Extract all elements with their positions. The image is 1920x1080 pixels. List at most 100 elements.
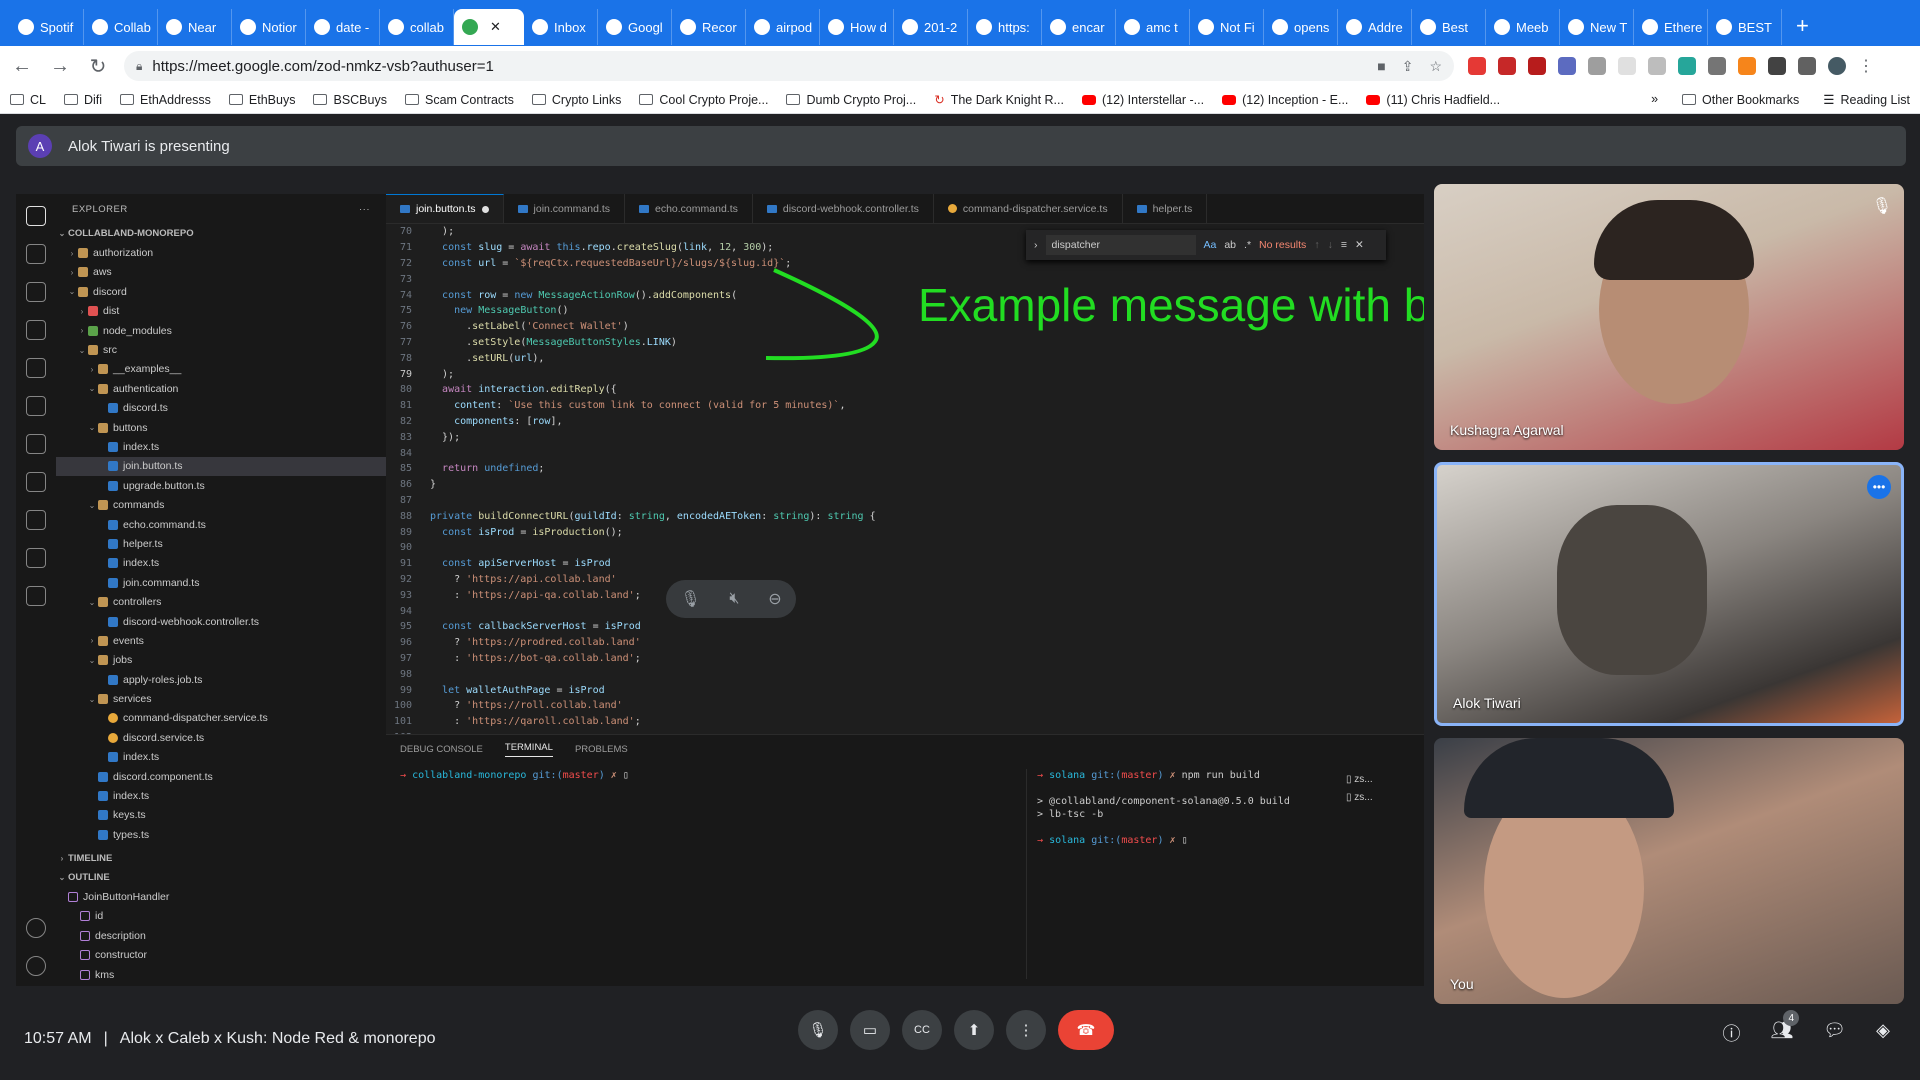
tree-file[interactable]: discord.service.ts [56,728,386,747]
back-icon[interactable]: ← [10,55,34,78]
tree-file[interactable]: index.ts [56,786,386,805]
browser-tab[interactable]: Not Fi [1190,9,1264,45]
aws-icon[interactable] [26,510,46,530]
search-icon[interactable] [26,244,46,264]
new-tab-button[interactable]: + [1782,13,1823,39]
present-button[interactable]: ⬆ [954,1010,994,1050]
participant-tile[interactable]: 🎙︎ Kushagra Agarwal [1434,184,1904,450]
tree-file[interactable]: command-dispatcher.service.ts [56,709,386,728]
browser-tab[interactable]: Spotif [10,9,84,45]
tree-file[interactable]: apply-roles.job.ts [56,670,386,689]
browser-tab[interactable]: Near [158,9,232,45]
tree-folder[interactable]: › events [56,631,386,650]
remote-explorer-icon[interactable] [26,358,46,378]
outline-item[interactable]: kms [56,965,386,984]
terminal-instance[interactable]: ▯ zs... [1346,789,1373,807]
outline-section[interactable]: ⌄ OUTLINE [56,868,386,887]
bookmark-item[interactable]: Crypto Links [531,93,621,107]
outline-item[interactable]: constructor [56,945,386,964]
browser-tab[interactable]: https: [968,9,1042,45]
tree-folder[interactable]: ⌄ controllers [56,592,386,611]
bookmark-item[interactable]: Difi [63,93,102,107]
tree-file[interactable]: discord.ts [56,399,386,418]
extension-icon[interactable] [1648,57,1666,75]
close-icon[interactable]: ✕ [490,19,501,35]
panel-tab[interactable]: PROBLEMS [575,744,628,755]
forward-icon[interactable]: → [48,55,72,78]
browser-tab[interactable]: How d [820,9,894,45]
tree-folder[interactable]: ⌄ discord [56,282,386,301]
mic-off-icon[interactable]: 🎙︎ [680,589,700,609]
reading-list[interactable]: ☰ Reading List [1823,92,1910,108]
share-icon[interactable]: ⇪ [1402,58,1414,75]
tree-file[interactable]: index.ts [56,437,386,456]
unsaved-dot-icon[interactable] [481,205,489,213]
more-actions-icon[interactable]: ··· [359,204,370,215]
remove-icon[interactable]: ⊖ [768,589,781,609]
browser-tab[interactable]: Notior [232,9,306,45]
outline-item[interactable]: id [56,907,386,926]
selection-icon[interactable]: ≡ [1341,239,1347,251]
browser-tab[interactable]: Collab [84,9,158,45]
puzzle-extensions-icon[interactable] [1768,57,1786,75]
browser-tab[interactable]: Addre [1338,9,1412,45]
people-button[interactable]: 👥︎ 4 [1770,1010,1800,1046]
find-input[interactable]: dispatcher [1045,235,1196,255]
participant-tile-active-speaker[interactable]: ••• Alok Tiwari [1434,462,1904,726]
extensions-icon[interactable] [26,396,46,416]
editor-tab[interactable]: join.button.ts [386,194,504,223]
bookmark-item[interactable]: (12) Interstellar -... [1081,93,1204,107]
extension-icon[interactable] [1528,57,1546,75]
chevron-right-icon[interactable]: › [1034,239,1038,251]
live-share-icon[interactable] [26,586,46,606]
tree-folder[interactable]: › dist [56,302,386,321]
captions-button[interactable]: CC [902,1010,942,1050]
metamask-icon[interactable] [1738,57,1756,75]
panel-tab[interactable]: DEBUG CONSOLE [400,744,483,755]
settings-gear-icon[interactable] [26,956,46,976]
editor-tab[interactable]: join.command.ts [504,194,625,223]
tree-folder[interactable]: ⌄ jobs [56,651,386,670]
tree-folder[interactable]: › authorization [56,243,386,262]
panel-tab[interactable]: TERMINAL [504,742,553,757]
browser-tab-active[interactable]: ✕ [454,9,524,45]
arrow-up-icon[interactable]: ↑ [1314,239,1319,251]
more-bookmarks-button[interactable]: » [1651,92,1658,107]
tree-folder[interactable]: ⌄ services [56,689,386,708]
browser-tab[interactable]: Googl [598,9,672,45]
terminal-instance[interactable]: ▯ zs... [1346,771,1373,789]
tree-folder[interactable]: › node_modules [56,321,386,340]
leave-call-button[interactable]: ☎︎ [1058,1010,1114,1050]
browser-tab[interactable]: opens [1264,9,1338,45]
workspace-root[interactable]: ⌄ COLLABLAND-MONOREPO [56,224,386,243]
browser-tab[interactable]: Recor [672,9,746,45]
bookmark-item[interactable]: Dumb Crypto Proj... [786,93,916,107]
tree-file[interactable]: discord.component.ts [56,767,386,786]
chat-icon[interactable]: 💬︎ [1823,1020,1846,1046]
meeting-details-icon[interactable]: ⓘ [1722,1020,1740,1046]
other-bookmarks[interactable]: Other Bookmarks [1682,92,1799,107]
bookmark-item[interactable]: CL [10,93,46,107]
regex-icon[interactable]: .* [1244,239,1251,251]
extension-icon[interactable] [1618,57,1636,75]
extension-icon[interactable] [1708,57,1726,75]
editor-tab[interactable]: discord-webhook.controller.ts [753,194,934,223]
browser-tab[interactable]: Best [1412,9,1486,45]
browser-tab[interactable]: New T [1560,9,1634,45]
testing-icon[interactable] [26,472,46,492]
outline-item[interactable]: repo [56,984,386,986]
timeline-section[interactable]: › TIMELINE [56,849,386,868]
editor-tab[interactable]: helper.ts [1123,194,1208,223]
tree-file[interactable]: index.ts [56,554,386,573]
run-debug-icon[interactable] [26,320,46,340]
bookmark-item[interactable]: ↻ The Dark Knight R... [934,92,1064,108]
calendar-extension-icon[interactable] [1498,57,1516,75]
browser-tab[interactable]: 201-2 [894,9,968,45]
tree-file[interactable]: types.ts [56,825,386,844]
outline-item[interactable]: description [56,926,386,945]
activities-icon[interactable]: ◈ [1876,1020,1890,1046]
whole-word-icon[interactable]: ab [1224,239,1236,251]
browser-tab[interactable]: BEST [1708,9,1782,45]
tree-folder[interactable]: ⌄ commands [56,495,386,514]
browser-tab[interactable]: collab [380,9,454,45]
